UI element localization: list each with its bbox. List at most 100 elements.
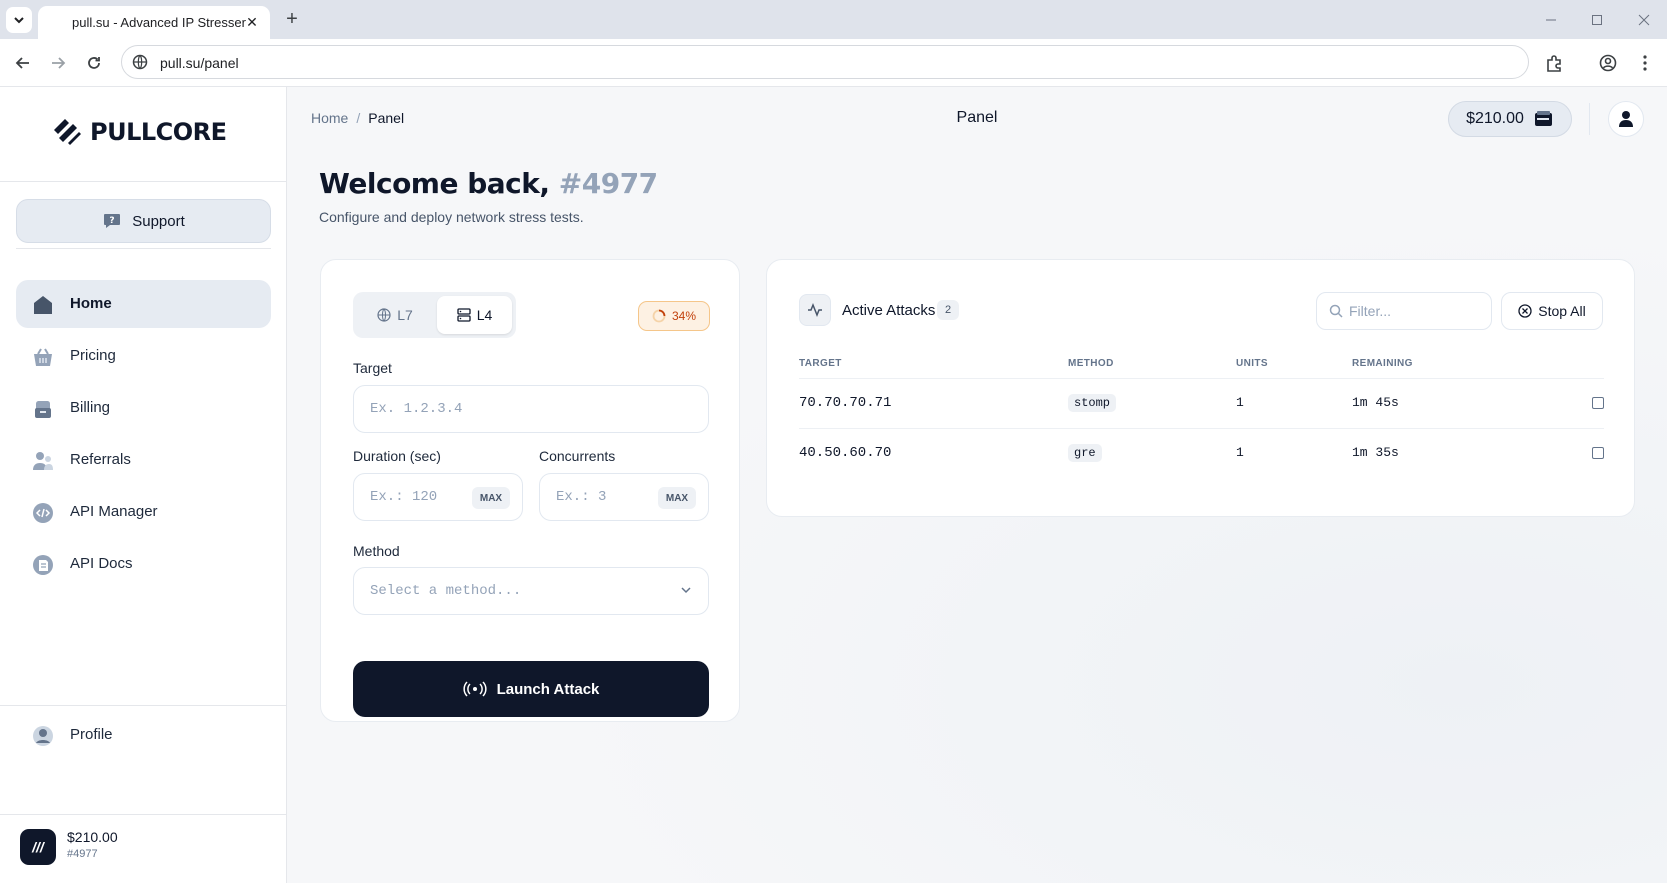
row-method-badge: gre <box>1068 444 1102 462</box>
wallet-icon <box>1534 111 1552 126</box>
tab-l7-label: L7 <box>397 307 413 323</box>
wallet-icon <box>35 401 51 418</box>
sidebar-item-api-docs[interactable]: API Docs <box>16 540 271 588</box>
launch-attack-label: Launch Attack <box>496 680 600 698</box>
main-content: Home / Panel Panel $210.00 Welcome back,… <box>287 87 1667 883</box>
table-row: 70.70.70.71 stomp 1 1m 45s <box>799 379 1604 429</box>
forward-icon[interactable] <box>46 51 70 75</box>
users-icon <box>33 452 53 470</box>
sidebar-divider <box>0 181 287 182</box>
reload-icon[interactable] <box>82 51 106 75</box>
sidebar-item-api-manager[interactable]: API Manager <box>16 488 271 536</box>
support-label: Support <box>132 212 185 230</box>
user-circle-icon <box>33 726 53 746</box>
maximize-icon[interactable] <box>1587 10 1607 30</box>
user-summary[interactable]: /// $210.00 #4977 <box>0 815 287 883</box>
header-divider <box>1589 103 1590 135</box>
method-placeholder: Select a method... <box>370 583 522 599</box>
usage-percent: 34% <box>671 309 697 323</box>
chevron-down-icon <box>681 587 691 594</box>
column-header-target: TARGET <box>799 358 842 369</box>
sidebar-item-label: Profile <box>70 726 113 743</box>
row-method-badge: stomp <box>1068 394 1117 412</box>
stop-all-button[interactable]: Stop All <box>1501 292 1603 330</box>
usage-badge: 34% <box>638 301 710 331</box>
launch-attack-button[interactable]: Launch Attack <box>353 661 709 717</box>
globe-icon <box>377 308 391 322</box>
active-attacks-title: Active Attacks <box>842 302 936 319</box>
sidebar-item-profile[interactable]: Profile <box>16 711 271 759</box>
user-id: #4977 <box>67 848 98 860</box>
user-balance: $210.00 <box>67 829 118 845</box>
method-select[interactable]: Select a method... <box>353 567 709 615</box>
sidebar-item-label: API Docs <box>70 555 133 572</box>
menu-icon[interactable] <box>1633 51 1657 75</box>
tab-l7[interactable]: L7 <box>357 296 433 334</box>
window-close-icon[interactable] <box>1634 10 1654 30</box>
row-select-checkbox[interactable] <box>1592 397 1604 409</box>
browser-toolbar: pull.su/panel <box>0 39 1667 87</box>
broadcast-icon <box>462 681 487 697</box>
welcome-user-id: #4977 <box>558 167 658 200</box>
sidebar-item-label: Billing <box>70 399 111 416</box>
stop-circle-icon <box>1518 304 1532 318</box>
row-select-checkbox[interactable] <box>1592 447 1604 459</box>
sidebar: PULLCORE ? Support Home Pricing Billing … <box>0 87 287 883</box>
welcome-subtitle: Configure and deploy network stress test… <box>319 209 584 225</box>
sidebar-item-referrals[interactable]: Referrals <box>16 436 271 484</box>
column-header-remaining: REMAINING <box>1352 358 1413 369</box>
tab-search-button[interactable] <box>6 7 32 33</box>
tab-l4-label: L4 <box>476 307 493 323</box>
duration-placeholder: Ex.: 120 <box>370 489 438 505</box>
close-tab-icon[interactable]: ✕ <box>243 13 261 31</box>
sidebar-item-home[interactable]: Home <box>16 280 271 328</box>
row-units: 1 <box>1236 395 1244 410</box>
tab-title: pull.su - Advanced IP Stresser <box>72 15 246 30</box>
browser-tab[interactable]: pull.su - Advanced IP Stresser ✕ <box>38 6 270 39</box>
docs-icon <box>33 555 53 575</box>
back-icon[interactable] <box>11 51 35 75</box>
address-bar[interactable]: pull.su/panel <box>121 45 1529 79</box>
progress-ring-icon <box>652 309 666 323</box>
row-remaining: 1m 45s <box>1352 395 1399 410</box>
filter-input[interactable]: Filter... <box>1316 292 1492 330</box>
account-menu-button[interactable] <box>1608 101 1644 137</box>
duration-max-button[interactable]: MAX <box>472 487 510 509</box>
sidebar-item-pricing[interactable]: Pricing <box>16 332 271 380</box>
row-units: 1 <box>1236 445 1244 460</box>
basket-icon <box>34 348 52 366</box>
brand-logo[interactable]: PULLCORE <box>52 117 227 147</box>
concurrents-placeholder: Ex.: 3 <box>556 489 607 505</box>
sidebar-item-label: Pricing <box>70 347 116 364</box>
extensions-icon[interactable] <box>1542 51 1566 75</box>
support-button[interactable]: ? Support <box>16 199 271 243</box>
filter-placeholder: Filter... <box>1349 303 1392 319</box>
welcome-greeting: Welcome back, <box>319 167 550 200</box>
duration-label: Duration (sec) <box>353 448 441 464</box>
tab-l4[interactable]: L4 <box>437 296 512 334</box>
new-tab-icon[interactable]: + <box>282 9 302 29</box>
concurrents-max-button[interactable]: MAX <box>658 487 696 509</box>
url-text: pull.su/panel <box>160 55 239 71</box>
duration-input[interactable]: Ex.: 120 MAX <box>353 473 523 521</box>
minimize-icon[interactable] <box>1541 10 1561 30</box>
welcome-heading: Welcome back, #4977 <box>319 167 658 200</box>
chevron-down-icon <box>14 17 24 24</box>
layer-selector: L7 L4 <box>353 292 516 338</box>
concurrents-input[interactable]: Ex.: 3 MAX <box>539 473 709 521</box>
sidebar-item-label: Referrals <box>70 451 131 468</box>
sidebar-item-billing[interactable]: Billing <box>16 384 271 432</box>
search-icon <box>1329 304 1343 318</box>
profile-icon[interactable] <box>1596 51 1620 75</box>
chat-question-icon: ? <box>104 214 121 228</box>
column-header-units: UNITS <box>1236 358 1268 369</box>
activity-icon <box>799 294 831 326</box>
svg-text:?: ? <box>110 216 115 226</box>
home-icon <box>34 296 52 314</box>
active-attacks-card: Active Attacks 2 Filter... Stop All TARG… <box>766 259 1635 517</box>
server-icon <box>457 308 471 322</box>
site-info-icon[interactable] <box>131 53 149 71</box>
balance-button[interactable]: $210.00 <box>1448 101 1572 137</box>
target-placeholder: Ex. 1.2.3.4 <box>370 401 463 417</box>
target-input[interactable]: Ex. 1.2.3.4 <box>353 385 709 433</box>
